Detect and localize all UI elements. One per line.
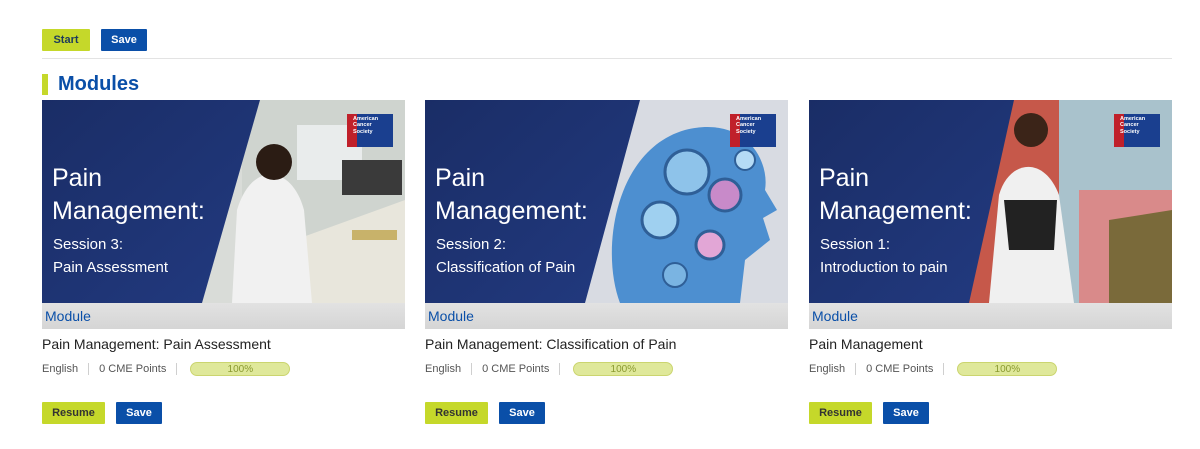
module-type-label: Module <box>425 303 788 329</box>
resume-button[interactable]: Resume <box>425 402 488 424</box>
save-button[interactable]: Save <box>116 402 162 424</box>
save-button[interactable]: Save <box>883 402 929 424</box>
resume-button[interactable]: Resume <box>809 402 872 424</box>
language-label: English <box>42 363 90 375</box>
thumbnail-subtitle: Session 1: Introduction to pain <box>820 236 948 276</box>
progress-bar: 100% <box>190 362 291 376</box>
cme-points: 0 CME Points <box>89 363 178 375</box>
module-title[interactable]: Pain Management: Pain Assessment <box>42 336 405 354</box>
acs-logo: American Cancer Society <box>353 116 379 135</box>
module-title[interactable]: Pain Management: Classification of Pain <box>425 336 788 354</box>
thumbnail-title: Pain Management: <box>435 164 588 225</box>
progress-bar: 100% <box>957 362 1058 376</box>
thumbnail-subtitle: Session 3: Pain Assessment <box>53 236 169 276</box>
section-header: Modules <box>42 73 139 95</box>
cme-points: 0 CME Points <box>472 363 561 375</box>
module-meta: English 0 CME Points 100% <box>425 361 788 377</box>
section-accent-bar <box>42 73 48 95</box>
section-title: Modules <box>58 72 140 95</box>
thumbnail-subtitle: Session 2: Classification of Pain <box>436 236 576 276</box>
thumbnail-title: Pain Management: <box>52 164 205 225</box>
acs-logo: American Cancer Society <box>1120 116 1146 135</box>
module-type-label: Module <box>809 303 1172 329</box>
thumbnail-title: Pain Management: <box>819 164 972 225</box>
cme-points: 0 CME Points <box>856 363 945 375</box>
toolbar: Start Save <box>42 29 147 51</box>
module-title[interactable]: Pain Management <box>809 336 1172 354</box>
module-thumbnail[interactable]: Pain Management: Session 1: Introduction… <box>809 100 1172 303</box>
acs-logo: American Cancer Society <box>736 116 762 135</box>
module-meta: English 0 CME Points 100% <box>809 361 1172 377</box>
module-type-label: Module <box>42 303 405 329</box>
progress-bar: 100% <box>573 362 674 376</box>
module-card: Pain Management: Session 3: Pain Assessm… <box>42 100 405 424</box>
module-card: Pain Management: Session 2: Classificati… <box>425 100 788 424</box>
save-button[interactable]: Save <box>101 29 147 51</box>
language-label: English <box>809 363 857 375</box>
module-thumbnail[interactable]: Pain Management: Session 3: Pain Assessm… <box>42 100 405 303</box>
resume-button[interactable]: Resume <box>42 402 105 424</box>
save-button[interactable]: Save <box>499 402 545 424</box>
module-thumbnail[interactable]: Pain Management: Session 2: Classificati… <box>425 100 788 303</box>
divider <box>42 58 1172 59</box>
card-actions: Resume Save <box>809 402 1172 424</box>
module-meta: English 0 CME Points 100% <box>42 361 405 377</box>
module-card: Pain Management: Session 1: Introduction… <box>809 100 1172 424</box>
card-actions: Resume Save <box>425 402 788 424</box>
language-label: English <box>425 363 473 375</box>
start-button[interactable]: Start <box>42 29 90 51</box>
card-actions: Resume Save <box>42 402 405 424</box>
